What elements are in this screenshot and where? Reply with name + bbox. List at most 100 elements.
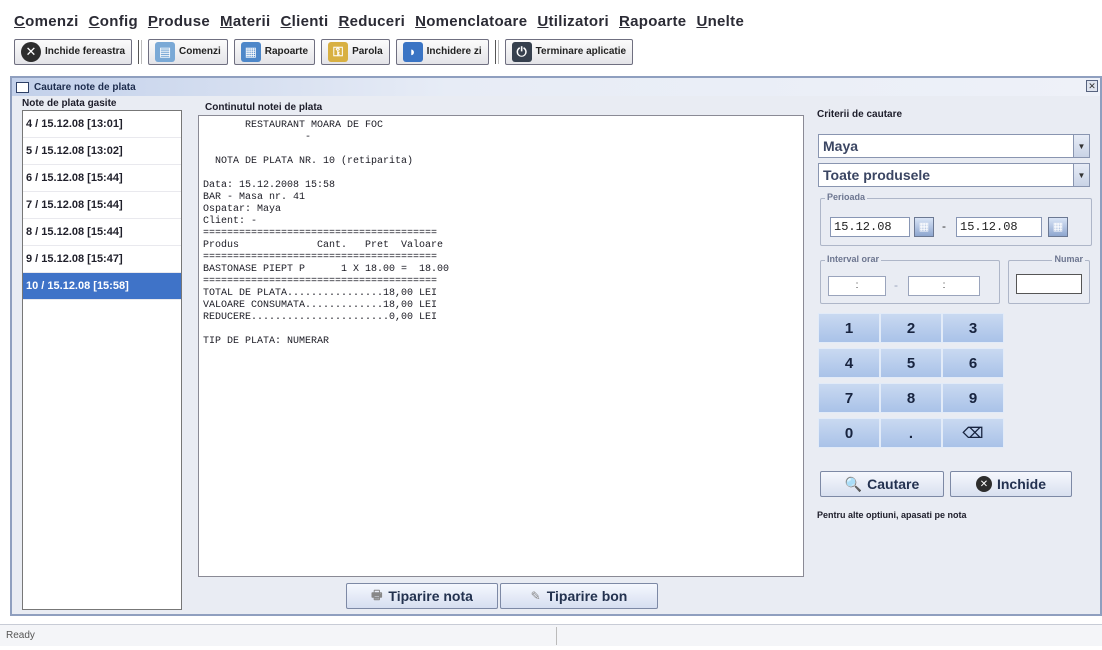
- receipt-icon: ✎: [530, 589, 541, 603]
- status-separator: [556, 627, 557, 645]
- key-4[interactable]: 4: [818, 348, 880, 378]
- date-to-field[interactable]: 15.12.08: [956, 217, 1042, 237]
- exit-app-button[interactable]: ⏻ Terminare aplicatie: [504, 38, 634, 65]
- toolbar: ✕ Inchide fereastra ▤ Comenzi ▦ Rapoarte…: [14, 38, 634, 65]
- products-select-value: Toate produsele: [823, 167, 931, 183]
- time-to-field[interactable]: :: [908, 276, 980, 296]
- day-close-button[interactable]: ◗ Inchidere zi: [395, 38, 489, 65]
- products-select[interactable]: Toate produsele ▼: [818, 163, 1090, 187]
- receipt-line: [203, 144, 449, 156]
- calendar-icon[interactable]: ▦: [1048, 217, 1068, 237]
- date-separator: -: [942, 219, 946, 233]
- receipt-line: TOTAL DE PLATA................18,00 LEI: [203, 288, 438, 299]
- menu-reduceri[interactable]: Reduceri: [338, 13, 405, 30]
- list-item[interactable]: 7 / 15.12.08 [15:44]: [23, 192, 181, 219]
- menu-comenzi[interactable]: Comenzi: [14, 13, 79, 30]
- menu-unelte[interactable]: Unelte: [696, 13, 744, 30]
- toolbar-separator: [494, 39, 499, 64]
- chevron-down-icon[interactable]: ▼: [1073, 164, 1089, 186]
- receipt-line: Produs Cant. Pret Valoare: [203, 240, 444, 251]
- number-label: Numar: [1052, 254, 1085, 264]
- key-0[interactable]: 0: [818, 418, 880, 448]
- key-5[interactable]: 5: [880, 348, 942, 378]
- print-note-button[interactable]: 🖶 Tiparire nota: [346, 583, 498, 609]
- number-field[interactable]: [1016, 274, 1082, 294]
- menu-utilizatori[interactable]: Utilizatori: [537, 13, 609, 30]
- list-item[interactable]: 4 / 15.12.08 [13:01]: [23, 111, 181, 138]
- backspace-key[interactable]: ⌫: [942, 418, 1004, 448]
- receipt-line: -: [203, 132, 312, 143]
- search-button[interactable]: 🔍 Cautare: [820, 471, 944, 497]
- menu-produse[interactable]: Produse: [148, 13, 210, 30]
- orders-button[interactable]: ▤ Comenzi: [148, 38, 228, 65]
- close-window-label: Inchide fereastra: [45, 46, 126, 57]
- search-icon: 🔍: [844, 475, 863, 492]
- receipt-line: NOTA DE PLATA NR. 10 (retiparita): [203, 156, 414, 167]
- receipt-line: Client: -: [203, 216, 258, 227]
- key-7[interactable]: 7: [818, 383, 880, 413]
- print-receipt-button[interactable]: ✎ Tiparire bon: [500, 583, 658, 609]
- power-icon: ⏻: [511, 41, 532, 62]
- key-2[interactable]: 2: [880, 313, 942, 343]
- key-8[interactable]: 8: [880, 383, 942, 413]
- receipt-line: VALOARE CONSUMATA.............18,00 LEI: [203, 300, 438, 311]
- printer-icon: 🖶: [371, 587, 383, 602]
- key-6[interactable]: 6: [942, 348, 1004, 378]
- chevron-down-icon[interactable]: ▼: [1073, 135, 1089, 157]
- receipt-line: BASTONASE PIEPT P 1 X 18.00 = 18.00: [203, 264, 450, 275]
- close-circle-icon: ✕: [21, 41, 41, 62]
- window-title: Cautare note de plata: [34, 81, 136, 93]
- menu-config[interactable]: Config: [89, 13, 138, 30]
- day-close-icon: ◗: [402, 41, 423, 62]
- date-from-field[interactable]: 15.12.08: [830, 217, 910, 237]
- receipt-line: TIP DE PLATA: NUMERAR: [203, 336, 330, 347]
- key-1[interactable]: 1: [818, 313, 880, 343]
- key-3[interactable]: 3: [942, 313, 1004, 343]
- close-circle-icon: ✕: [975, 476, 992, 492]
- window-close-button[interactable]: ✕: [1086, 80, 1098, 92]
- list-item-selected[interactable]: 10 / 15.12.08 [15:58]: [23, 273, 181, 300]
- time-separator: -: [894, 278, 898, 292]
- list-item[interactable]: 9 / 15.12.08 [15:47]: [23, 246, 181, 273]
- menu-clienti[interactable]: Clienti: [281, 13, 329, 30]
- search-notes-window: Cautare note de plata ✕ Note de plata ga…: [10, 76, 1102, 616]
- key-9[interactable]: 9: [942, 383, 1004, 413]
- list-item[interactable]: 5 / 15.12.08 [13:02]: [23, 138, 181, 165]
- list-item[interactable]: 6 / 15.12.08 [15:44]: [23, 165, 181, 192]
- notes-list[interactable]: 4 / 15.12.08 [13:01] 5 / 15.12.08 [13:02…: [22, 110, 182, 610]
- print-receipt-label: Tiparire bon: [546, 588, 628, 604]
- criteria-header: Criterii de cautare: [817, 109, 903, 120]
- calendar-icon[interactable]: ▦: [914, 217, 934, 237]
- reports-label: Rapoarte: [264, 46, 309, 57]
- menu-bar: Comenzi Config Produse Materii Clienti R…: [14, 10, 744, 32]
- menu-materii[interactable]: Materii: [220, 13, 270, 30]
- window-titlebar: Cautare note de plata: [12, 78, 1100, 96]
- key-dot[interactable]: .: [880, 418, 942, 448]
- menu-rapoarte[interactable]: Rapoarte: [619, 13, 686, 30]
- numeric-keypad: 1 2 3 4 5 6 7 8 9 0 . ⌫: [818, 313, 1004, 448]
- search-button-label: Cautare: [867, 476, 920, 492]
- receipt-line: Ospatar: Maya: [203, 204, 282, 215]
- status-text: Ready: [6, 630, 35, 641]
- window-icon: [16, 81, 29, 93]
- receipt-line: =======================================: [203, 252, 438, 263]
- waiter-select[interactable]: Maya ▼: [818, 134, 1090, 158]
- close-button-label: Inchide: [996, 476, 1046, 492]
- menu-nomenclatoare[interactable]: Nomenclatoare: [415, 13, 527, 30]
- status-bar: Ready: [0, 624, 1102, 646]
- receipt-line: RESTAURANT MOARA DE FOC: [203, 120, 384, 131]
- close-button[interactable]: ✕ Inchide: [950, 471, 1072, 497]
- receipt-line: REDUCERE.......................0,00 LEI: [203, 312, 438, 323]
- reports-button[interactable]: ▦ Rapoarte: [233, 38, 316, 65]
- list-item[interactable]: 8 / 15.12.08 [15:44]: [23, 219, 181, 246]
- receipt-header: Continutul notei de plata: [205, 102, 323, 113]
- receipt-line: Data: 15.12.2008 15:58: [203, 180, 336, 191]
- interval-label: Interval orar: [825, 254, 882, 264]
- receipt-line: =======================================: [203, 228, 438, 239]
- time-from-field[interactable]: :: [828, 276, 886, 296]
- close-window-button[interactable]: ✕ Inchide fereastra: [14, 38, 133, 65]
- print-note-label: Tiparire nota: [388, 588, 473, 604]
- receipt-panel[interactable]: RESTAURANT MOARA DE FOC - NOTA DE PLATA …: [198, 115, 804, 577]
- password-button[interactable]: ⚿ Parola: [321, 38, 390, 65]
- backspace-icon: ⌫: [962, 425, 984, 442]
